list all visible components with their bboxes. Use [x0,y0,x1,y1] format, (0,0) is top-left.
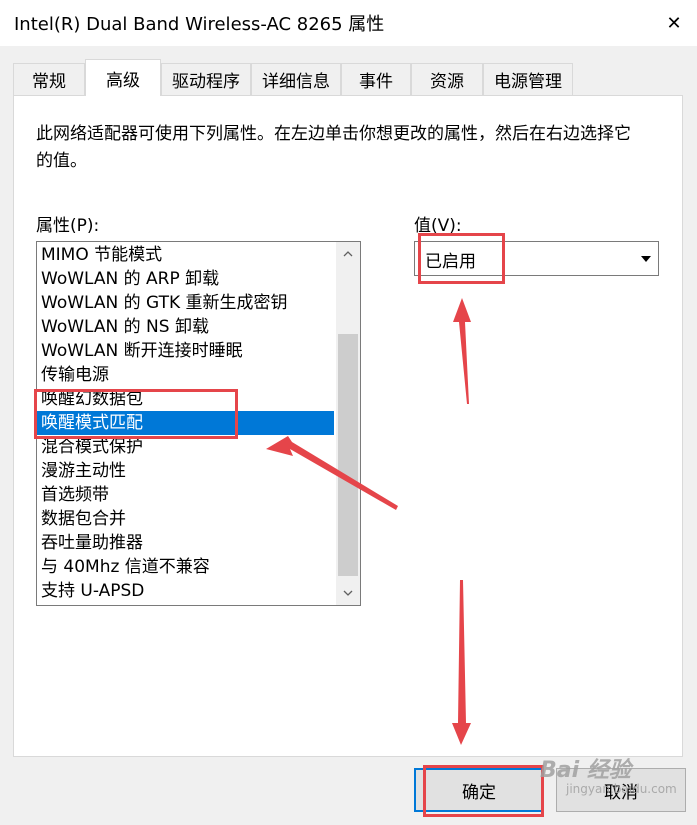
value-label: 值(V): [414,216,462,236]
chevron-up-icon [343,251,353,257]
advanced-panel: 此网络适配器可使用下列属性。在左边单击你想更改的属性，然后在右边选择它的值。 属… [13,95,683,757]
property-listbox[interactable]: MIMO 节能模式 WoWLAN 的 ARP 卸载 WoWLAN 的 GTK 重… [36,241,361,606]
value-selected: 已启用 [425,252,476,272]
scroll-thumb[interactable] [338,334,358,576]
value-dropdown[interactable]: 已启用 [414,241,659,276]
close-button[interactable]: ✕ [651,0,697,46]
list-item[interactable]: 混合模式保护 [37,435,334,459]
scroll-up-button[interactable] [336,242,360,266]
list-item[interactable]: 数据包合并 [37,507,334,531]
vertical-scrollbar[interactable] [336,242,360,605]
list-item[interactable]: 吞吐量助推器 [37,531,334,555]
list-item[interactable]: 与 40Mhz 信道不兼容 [37,555,334,579]
list-item[interactable]: 漫游主动性 [37,459,334,483]
list-item[interactable]: MIMO 节能模式 [37,243,334,267]
list-item[interactable]: WoWLAN 的 GTK 重新生成密钥 [37,291,334,315]
property-label: 属性(P): [36,216,100,236]
tab-general[interactable]: 常规 [13,63,85,95]
list-item[interactable]: 唤醒幻数据包 [37,387,334,411]
tab-driver[interactable]: 驱动程序 [161,63,251,95]
ok-button[interactable]: 确定 [414,768,544,812]
list-item[interactable]: WoWLAN 断开连接时睡眠 [37,339,334,363]
tab-events[interactable]: 事件 [341,63,411,95]
dropdown-arrow[interactable] [634,242,658,275]
scroll-down-button[interactable] [336,581,360,605]
dropdown-arrow-icon [641,255,651,262]
tab-resources[interactable]: 资源 [411,63,483,95]
property-list: MIMO 节能模式 WoWLAN 的 ARP 卸载 WoWLAN 的 GTK 重… [37,243,334,603]
window-title: Intel(R) Dual Band Wireless-AC 8265 属性 [14,14,385,35]
tab-power-management[interactable]: 电源管理 [483,63,573,95]
cancel-button[interactable]: 取消 [556,768,686,812]
close-icon: ✕ [666,12,682,34]
list-item-selected[interactable]: 唤醒模式匹配 [37,411,334,435]
list-item[interactable]: 首选频带 [37,483,334,507]
list-item[interactable]: WoWLAN 的 ARP 卸载 [37,267,334,291]
chevron-down-icon [343,590,353,596]
list-item[interactable]: WoWLAN 的 NS 卸载 [37,315,334,339]
title-bar: Intel(R) Dual Band Wireless-AC 8265 属性 ✕ [0,0,697,46]
tab-advanced[interactable]: 高级 [85,59,161,96]
list-item[interactable]: 支持 U-APSD [37,579,334,603]
tab-details[interactable]: 详细信息 [251,63,341,95]
description-text: 此网络适配器可使用下列属性。在左边单击你想更改的属性，然后在右边选择它的值。 [36,124,631,171]
list-item[interactable]: 传输电源 [37,363,334,387]
